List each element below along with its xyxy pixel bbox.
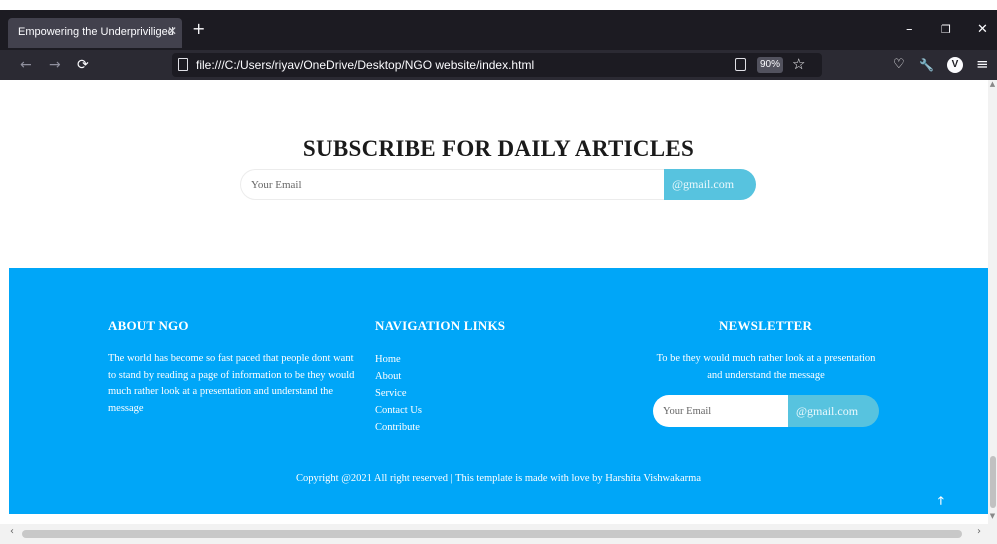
horizontal-scroll-thumb[interactable] — [22, 530, 962, 538]
scroll-to-top-icon[interactable]: 🡑 — [938, 492, 944, 511]
newsletter-form: @gmail.com — [653, 395, 879, 427]
zoom-level-badge[interactable]: 90% — [757, 57, 783, 73]
nav-link-home[interactable]: Home — [375, 351, 422, 368]
newsletter-text: To be they would much rather look at a p… — [656, 353, 876, 381]
new-tab-button[interactable]: + — [192, 20, 205, 38]
browser-titlebar: Empowering the Underpriviliged ✕ + – ❐ ✕ — [0, 10, 997, 50]
nav-link-about[interactable]: About — [375, 368, 422, 385]
newsletter-email-input[interactable] — [653, 395, 788, 427]
tools-icon[interactable]: 🔧 — [919, 57, 934, 73]
scroll-left-icon[interactable]: ‹ — [10, 526, 14, 537]
newsletter-heading: NEWSLETTER — [719, 318, 813, 333]
newsletter-button[interactable]: @gmail.com — [788, 395, 879, 427]
about-text: The world has become so fast paced that … — [108, 353, 355, 414]
scroll-right-icon[interactable]: › — [977, 526, 981, 537]
pocket-icon[interactable]: ♡ — [893, 57, 905, 73]
scroll-up-icon[interactable]: ▲ — [988, 80, 997, 88]
vertical-scrollbar[interactable]: ▲ ▼ — [988, 80, 997, 524]
subscribe-email-input[interactable] — [240, 169, 664, 200]
menu-icon[interactable]: ≡ — [976, 56, 989, 72]
url-text[interactable]: file:///C:/Users/riyav/OneDrive/Desktop/… — [196, 58, 534, 72]
restore-icon[interactable]: ❐ — [941, 22, 951, 38]
reload-icon[interactable]: ⟳ — [77, 56, 89, 74]
subscribe-button[interactable]: @gmail.com — [664, 169, 756, 200]
page-icon — [178, 58, 188, 71]
browser-toolbar: ← → ⟳ file:///C:/Users/riyav/OneDrive/De… — [0, 50, 997, 80]
browser-tab[interactable]: Empowering the Underpriviliged ✕ — [8, 18, 182, 48]
url-bar[interactable]: file:///C:/Users/riyav/OneDrive/Desktop/… — [172, 53, 822, 77]
nav-link-service[interactable]: Service — [375, 385, 422, 402]
navigation-heading: NAVIGATION LINKS — [375, 318, 506, 333]
tab-title: Empowering the Underpriviliged — [18, 26, 174, 38]
back-icon[interactable]: ← — [20, 56, 32, 74]
copyright-text: Copyright @2021 All right reserved | Thi… — [295, 473, 701, 484]
minimize-icon[interactable]: – — [906, 22, 913, 38]
vertical-scroll-thumb[interactable] — [990, 456, 996, 508]
navigation-links: Home About Service Contact Us Contribute — [375, 351, 422, 436]
scroll-down-icon[interactable]: ▼ — [988, 512, 997, 520]
reader-view-icon[interactable] — [735, 58, 746, 71]
site-footer: ABOUT NGO The world has become so fast p… — [9, 268, 988, 514]
profile-avatar[interactable]: V — [947, 57, 963, 73]
bookmark-star-icon[interactable]: ☆ — [792, 55, 805, 73]
subscribe-form: @gmail.com — [240, 169, 756, 200]
nav-link-contact-us[interactable]: Contact Us — [375, 402, 422, 419]
close-window-icon[interactable]: ✕ — [977, 22, 988, 38]
subscribe-heading: SUBSCRIBE FOR DAILY ARTICLES — [302, 136, 695, 161]
horizontal-scrollbar[interactable]: ‹ › — [0, 524, 997, 544]
nav-link-contribute[interactable]: Contribute — [375, 419, 422, 436]
tab-close-icon[interactable]: ✕ — [167, 24, 177, 38]
about-heading: ABOUT NGO — [108, 318, 189, 333]
forward-icon[interactable]: → — [49, 56, 61, 74]
